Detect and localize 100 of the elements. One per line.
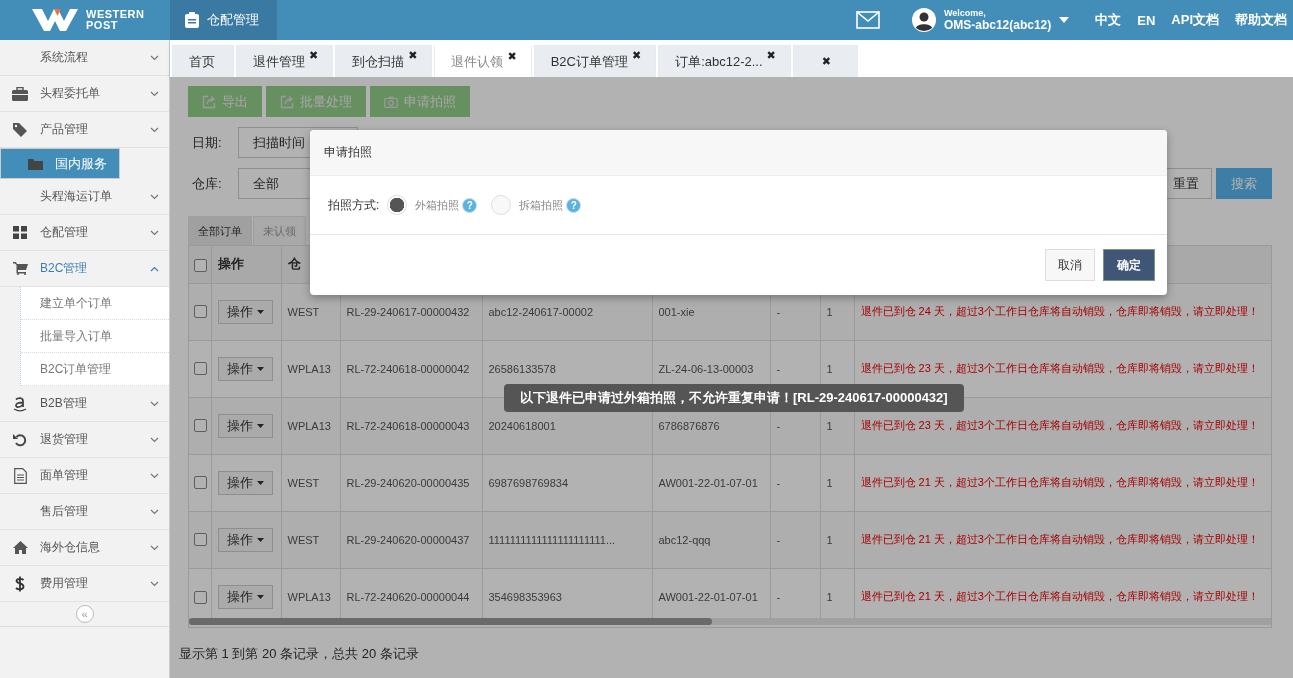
table-cell: abc12-qqq <box>658 533 711 546</box>
table-cell: RL-29-240620-00000435 <box>346 476 470 489</box>
share-icon <box>202 94 216 109</box>
table-cell: WEST <box>287 476 320 489</box>
caret-icon <box>256 366 264 371</box>
checkbox[interactable] <box>194 362 207 376</box>
close-icon[interactable]: ✖ <box>408 49 418 62</box>
user-name[interactable]: OMS-abc12(abc12) <box>943 18 1052 32</box>
pagination-info: 显示第 1 到第 20 条记录，总共 20 条记录 <box>179 645 420 663</box>
warning-message: 退件已到仓 24 天，超过3个工作日仓库将自动销毁，仓库即将销毁，请立即处理！ <box>860 305 1259 317</box>
warning-message: 退件已到仓 21 天，超过3个工作日仓库将自动销毁，仓库即将销毁，请立即处理！ <box>860 533 1259 545</box>
action-dropdown[interactable]: 操作 <box>217 527 273 552</box>
table-cell: 354698353963 <box>488 590 562 603</box>
close-icon[interactable]: ✖ <box>766 49 776 62</box>
undo-icon <box>13 432 27 447</box>
close-icon[interactable]: ✖ <box>821 55 832 68</box>
sidebar-item[interactable]: 系统流程 <box>0 40 169 76</box>
clipboard-icon <box>185 12 199 28</box>
radio-label[interactable]: 拆箱拍照 <box>519 197 564 213</box>
header-link[interactable]: API文档 <box>1171 11 1219 29</box>
warning-message: 退件已到仓 23 天，超过3个工作日仓库将自动销毁，仓库即将销毁，请立即处理！ <box>860 362 1259 374</box>
page-tab[interactable]: 订单:abc12-2... ✖ <box>658 45 791 77</box>
table-cell: 26586133578 <box>488 362 556 375</box>
warning-message: 退件已到仓 21 天，超过3个工作日仓库将自动销毁，仓库即将销毁，请立即处理！ <box>860 476 1259 488</box>
table-cell: WEST <box>287 305 320 318</box>
radio-button[interactable] <box>491 195 512 215</box>
chevron-down-icon <box>150 54 159 61</box>
table-cell: - <box>776 362 781 375</box>
sidebar-item[interactable]: 面单管理 <box>0 458 169 494</box>
chevron-down-icon <box>150 436 159 443</box>
page-tab[interactable]: 首页 <box>172 45 234 77</box>
table-cell: - <box>776 419 781 432</box>
checkbox[interactable] <box>194 419 207 433</box>
mail-icon[interactable] <box>855 11 880 29</box>
close-icon[interactable]: ✖ <box>507 50 517 63</box>
chevron-down-icon <box>150 580 159 587</box>
page-tab[interactable]: 退件管理 ✖ <box>236 45 334 77</box>
sidebar-item[interactable]: 头程海运订单 <box>0 179 169 215</box>
table-cell: RL-72-240618-00000042 <box>346 362 470 375</box>
radio-label[interactable]: 外箱拍照 <box>415 197 460 213</box>
action-dropdown[interactable]: 操作 <box>217 356 273 381</box>
header-link[interactable]: 帮助文档 <box>1235 11 1287 29</box>
chevron-down-icon <box>150 544 159 551</box>
chevron-down-icon <box>150 193 159 200</box>
sidebar-item[interactable]: 国内服务 <box>0 148 120 179</box>
avatar-icon[interactable] <box>911 8 936 32</box>
page-tab[interactable]: 退件认领 ✖ <box>434 45 532 77</box>
document-icon <box>13 467 27 484</box>
amazon-icon <box>13 395 27 412</box>
checkbox[interactable] <box>194 533 207 547</box>
checkbox[interactable] <box>194 590 207 604</box>
sidebar-item[interactable]: 海外仓信息 <box>0 530 169 566</box>
scroll-bar[interactable] <box>189 618 1271 625</box>
radio-button[interactable] <box>387 195 408 215</box>
table-cell: 1 <box>826 419 833 432</box>
cancel-button[interactable]: 取消 <box>1045 249 1095 281</box>
briefcase-icon <box>12 86 28 101</box>
order-tab[interactable]: 全部订单 <box>188 216 252 245</box>
logo-icon <box>32 9 78 31</box>
sidebar-subitem[interactable]: 批量导入订单 <box>21 320 169 353</box>
close-icon[interactable]: ✖ <box>631 49 642 62</box>
header-link[interactable]: EN <box>1137 12 1156 28</box>
share-icon <box>280 94 294 109</box>
table-cell: 6987698769834 <box>488 476 569 489</box>
action-dropdown[interactable]: 操作 <box>217 584 273 609</box>
sidebar-item[interactable]: 费用管理 <box>0 566 169 602</box>
caret-icon <box>256 309 264 314</box>
chevron-up-icon <box>150 265 159 272</box>
checkbox[interactable] <box>194 305 207 319</box>
action-dropdown[interactable]: 操作 <box>217 413 273 438</box>
sidebar-item[interactable]: B2B管理 <box>0 386 169 422</box>
caret-icon[interactable] <box>1059 17 1070 23</box>
sidebar-subitem[interactable]: 建立单个订单 <box>21 287 169 320</box>
table-cell: 1 <box>826 533 833 546</box>
table-cell: WEST <box>287 533 320 546</box>
table-cell: 001-xie <box>658 305 695 318</box>
checkbox[interactable] <box>194 476 207 490</box>
sidebar-subitem[interactable]: B2C订单管理 <box>21 353 169 386</box>
action-dropdown[interactable]: 操作 <box>217 299 273 324</box>
page-tab[interactable]: 到仓扫描 ✖ <box>335 45 433 77</box>
dollar-icon <box>15 575 25 592</box>
confirm-button[interactable]: 确定 <box>1103 249 1155 281</box>
sidebar-item[interactable]: 头程委托单 <box>0 76 169 112</box>
sidebar-item[interactable]: 退货管理 <box>0 422 169 458</box>
home-icon <box>12 541 28 554</box>
table-cell: - <box>776 590 781 603</box>
sidebar-item[interactable]: 仓配管理 <box>0 215 169 251</box>
checkbox[interactable] <box>194 258 207 272</box>
module-tab[interactable]: 仓配管理 <box>170 0 277 40</box>
caret-icon <box>256 423 264 428</box>
table-cell: ZL-24-06-13-00003 <box>658 362 754 375</box>
page-tab[interactable]: ✖ <box>792 45 859 77</box>
table-cell: 1 <box>826 305 833 318</box>
header-link[interactable]: 中文 <box>1095 11 1122 29</box>
close-icon[interactable]: ✖ <box>309 49 319 62</box>
sidebar-item[interactable]: 售后管理 <box>0 494 169 530</box>
logo-text: WESTERN <box>86 9 145 20</box>
action-dropdown[interactable]: 操作 <box>217 470 273 495</box>
page-tab[interactable]: B2C订单管理 ✖ <box>533 45 657 77</box>
table-cell: WPLA13 <box>287 590 331 603</box>
